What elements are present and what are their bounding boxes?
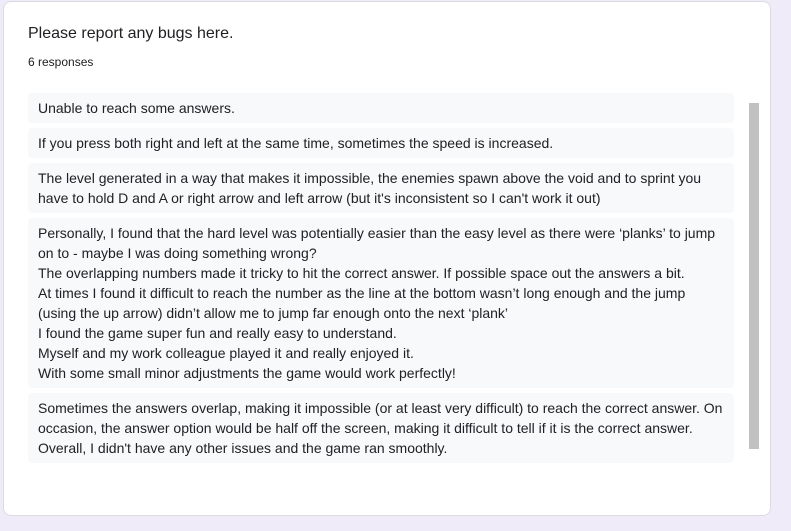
response-item: The level generated in a way that makes … [28, 163, 734, 213]
response-item: Unable to reach some answers. [28, 93, 734, 123]
response-item: Sometimes the answers overlap, making it… [28, 393, 734, 463]
question-title: Please report any bugs here. [28, 25, 234, 42]
response-item: Personally, I found that the hard level … [28, 218, 734, 388]
scrollbar-thumb[interactable] [749, 103, 759, 449]
response-item: If you press both right and left at the … [28, 128, 734, 158]
response-count: 6 responses [28, 55, 94, 69]
responses-list[interactable]: Unable to reach some answers. If you pre… [28, 93, 734, 497]
question-summary-card: Please report any bugs here. 6 responses… [3, 1, 771, 516]
responses-scrollbar[interactable] [749, 103, 759, 449]
